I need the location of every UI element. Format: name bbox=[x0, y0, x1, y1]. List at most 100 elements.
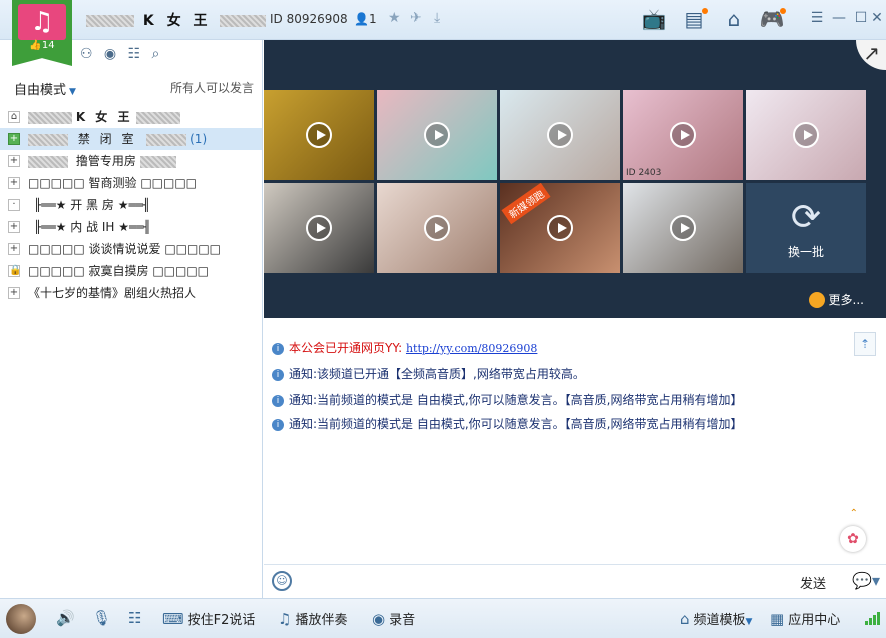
tv-icon[interactable]: 📺 bbox=[640, 6, 668, 32]
record-button[interactable]: ◉ 录音 bbox=[372, 609, 415, 628]
expand-icon[interactable]: + bbox=[8, 221, 20, 233]
speaker-icon[interactable]: 🔊 bbox=[56, 609, 79, 627]
skin-icon[interactable]: ☰ bbox=[808, 10, 826, 26]
web-yy-link[interactable]: http://yy.com/80926908 bbox=[406, 342, 537, 355]
refresh-batch-button[interactable]: ⟳ 换一批 bbox=[746, 183, 866, 273]
scroll-top-button[interactable]: ⇡ bbox=[854, 332, 876, 356]
stream-thumbnail[interactable] bbox=[377, 90, 497, 180]
stream-thumbnail[interactable] bbox=[264, 183, 374, 273]
stream-thumbnail[interactable] bbox=[746, 90, 866, 180]
members-icon[interactable]: ⚇ bbox=[80, 46, 100, 62]
channel-template-label: 频道模板 bbox=[693, 613, 746, 628]
room-item[interactable]: + 禁 闭 室 (1) bbox=[0, 128, 262, 150]
location-icon[interactable]: ◉ bbox=[104, 46, 124, 62]
push-to-talk-label: 按住F2说话 bbox=[187, 613, 256, 628]
play-icon bbox=[793, 122, 819, 148]
channel-id: ID 80926908 bbox=[270, 12, 348, 26]
message-prefix: 通知: bbox=[289, 393, 318, 407]
home-yy-icon[interactable]: ⌂ bbox=[720, 6, 748, 32]
system-message: i 通知:该频道已开通【全频高音质】,网络带宽占用较高。 bbox=[272, 364, 585, 384]
mode-select[interactable]: 自由模式 ▼ bbox=[14, 79, 76, 98]
room-label: □□□□□ 寂寞自摸房 □□□□□ bbox=[28, 264, 210, 278]
play-icon bbox=[670, 122, 696, 148]
push-to-talk-button[interactable]: ⌨ 按住F2说话 bbox=[162, 609, 255, 628]
more-link[interactable]: 更多... bbox=[808, 291, 864, 308]
list-settings-icon[interactable]: ☷ bbox=[128, 46, 148, 62]
room-label: ╟══★ 内 战 IH ★══╢ bbox=[34, 220, 151, 234]
room-item[interactable]: + □□□□□ 谈谈情说说爱 □□□□□ bbox=[0, 238, 262, 260]
signal-strength-icon bbox=[864, 611, 880, 625]
guild-logo[interactable]: ♫ 👍14 bbox=[12, 0, 72, 66]
room-item[interactable]: + 《十七岁的基情》剧组火热招人 bbox=[0, 282, 262, 304]
search-icon[interactable]: ⌕ bbox=[151, 46, 171, 62]
stream-thumbnail[interactable] bbox=[377, 183, 497, 273]
chat-input-bar: ☺ 发送 💬▾ bbox=[264, 564, 886, 598]
mode-note: 所有人可以发言 bbox=[169, 81, 254, 95]
redacted-text bbox=[146, 133, 187, 146]
system-message: i 通知:当前频道的模式是 自由模式,你可以随意发言。【高音质,网络带宽占用稍有增… bbox=[272, 414, 743, 434]
room-label: ╟══★ 开 黑 房 ★══╢ bbox=[34, 198, 151, 212]
room-item[interactable]: + 撸管专用房 bbox=[0, 150, 262, 172]
stream-thumbnail[interactable]: ID 2403 bbox=[623, 90, 743, 180]
chat-panel: i 本公会已开通网页YY: http://yy.com/80926908 i 通知:… bbox=[264, 320, 886, 564]
emoji-icon[interactable]: ☺ bbox=[272, 571, 292, 591]
room-item[interactable]: + ╟══★ 内 战 IH ★══╢ bbox=[0, 216, 262, 238]
room-tree: ⌂ K 女 王 + 禁 闭 室 (1) + 撸管专用房 + □□□□□ 智商测验… bbox=[0, 106, 262, 304]
equalizer-icon[interactable]: ☷ bbox=[128, 609, 145, 627]
expand-icon[interactable]: + bbox=[8, 177, 20, 189]
stream-thumbnail[interactable] bbox=[623, 183, 743, 273]
play-icon bbox=[424, 215, 450, 241]
user-icon: 👤 bbox=[354, 12, 369, 26]
sidebar-toolbar: ⚇ ◉ ☷ ⌕ bbox=[80, 46, 171, 62]
expand-arrow-icon[interactable]: ↗ bbox=[856, 40, 886, 70]
expand-icon[interactable]: + bbox=[8, 155, 20, 167]
live-stream-panel: ↗ ID 2403 新媒领跑 ⟳ 换一批 更多... bbox=[264, 40, 886, 318]
avatar[interactable] bbox=[6, 604, 36, 634]
app-center-button[interactable]: ▦ 应用中心 bbox=[770, 609, 840, 628]
play-music-label: 播放伴奏 bbox=[295, 613, 348, 628]
expand-icon[interactable]: + bbox=[8, 287, 20, 299]
logo-like-count: 👍14 bbox=[29, 40, 55, 51]
download-icon[interactable]: ⤓ bbox=[434, 10, 440, 26]
room-item[interactable]: · ╟══★ 开 黑 房 ★══╢ bbox=[0, 194, 262, 216]
record-icon: ◉ bbox=[372, 610, 386, 628]
channel-template-button[interactable]: ⌂ 频道模板▼ bbox=[680, 609, 752, 628]
room-label: K 女 王 bbox=[75, 110, 133, 124]
play-music-button[interactable]: ♫ 播放伴奏 bbox=[278, 609, 347, 628]
info-icon: i bbox=[272, 342, 284, 355]
flower-gift-button[interactable]: ✿ bbox=[840, 526, 866, 552]
room-label: □□□□□ 谈谈情说说爱 □□□□□ bbox=[28, 242, 222, 256]
expand-icon[interactable]: + bbox=[8, 133, 20, 145]
microphone-icon[interactable]: 🎙 bbox=[92, 609, 115, 627]
plane-icon[interactable]: ✈ bbox=[410, 10, 422, 26]
favorite-star-icon[interactable]: ★ bbox=[388, 10, 401, 26]
app-grid-icon: ▦ bbox=[770, 610, 785, 628]
play-icon bbox=[547, 122, 573, 148]
mode-row: 自由模式 ▼ 所有人可以发言 bbox=[0, 76, 262, 98]
refresh-icon: ⟳ bbox=[790, 197, 822, 238]
expand-icon[interactable]: + bbox=[8, 243, 20, 255]
chat-bubble-icon[interactable]: 💬▾ bbox=[852, 571, 880, 590]
stream-thumbnail[interactable] bbox=[500, 90, 620, 180]
stream-thumbnail[interactable]: 新媒领跑 bbox=[500, 183, 620, 273]
bottom-toolbar: 🔊 🎙 ☷ ⌨ 按住F2说话 ♫ 播放伴奏 ◉ 录音 ⌂ 频道模板▼ ▦ 应用中心 bbox=[0, 598, 886, 638]
expand-icon[interactable]: · bbox=[8, 199, 20, 211]
room-item[interactable]: 🔒 □□□□□ 寂寞自摸房 □□□□□ bbox=[0, 260, 262, 282]
room-item[interactable]: + □□□□□ 智商测验 □□□□□ bbox=[0, 172, 262, 194]
message-prefix: 通知: bbox=[289, 417, 318, 431]
room-label: 禁 闭 室 bbox=[77, 132, 137, 146]
chevron-down-icon: ▼ bbox=[745, 617, 753, 627]
chevron-up-icon[interactable]: ⌃ bbox=[850, 508, 858, 519]
minimize-button[interactable]: — bbox=[830, 10, 848, 26]
send-button[interactable]: 发送 bbox=[800, 573, 826, 592]
redacted-text bbox=[139, 155, 176, 168]
user-count-value: 1 bbox=[368, 12, 377, 26]
chevron-down-icon: ▼ bbox=[69, 87, 76, 97]
message-text: 本公会已开通网页YY: bbox=[289, 341, 403, 355]
stream-thumbnail[interactable] bbox=[264, 90, 374, 180]
room-item[interactable]: ⌂ K 女 王 bbox=[0, 106, 262, 128]
room-user-count: (1) bbox=[190, 132, 208, 146]
close-button[interactable]: ✕ bbox=[868, 10, 886, 26]
play-icon bbox=[424, 122, 450, 148]
thumbnail-id-label: ID 2403 bbox=[626, 168, 662, 178]
